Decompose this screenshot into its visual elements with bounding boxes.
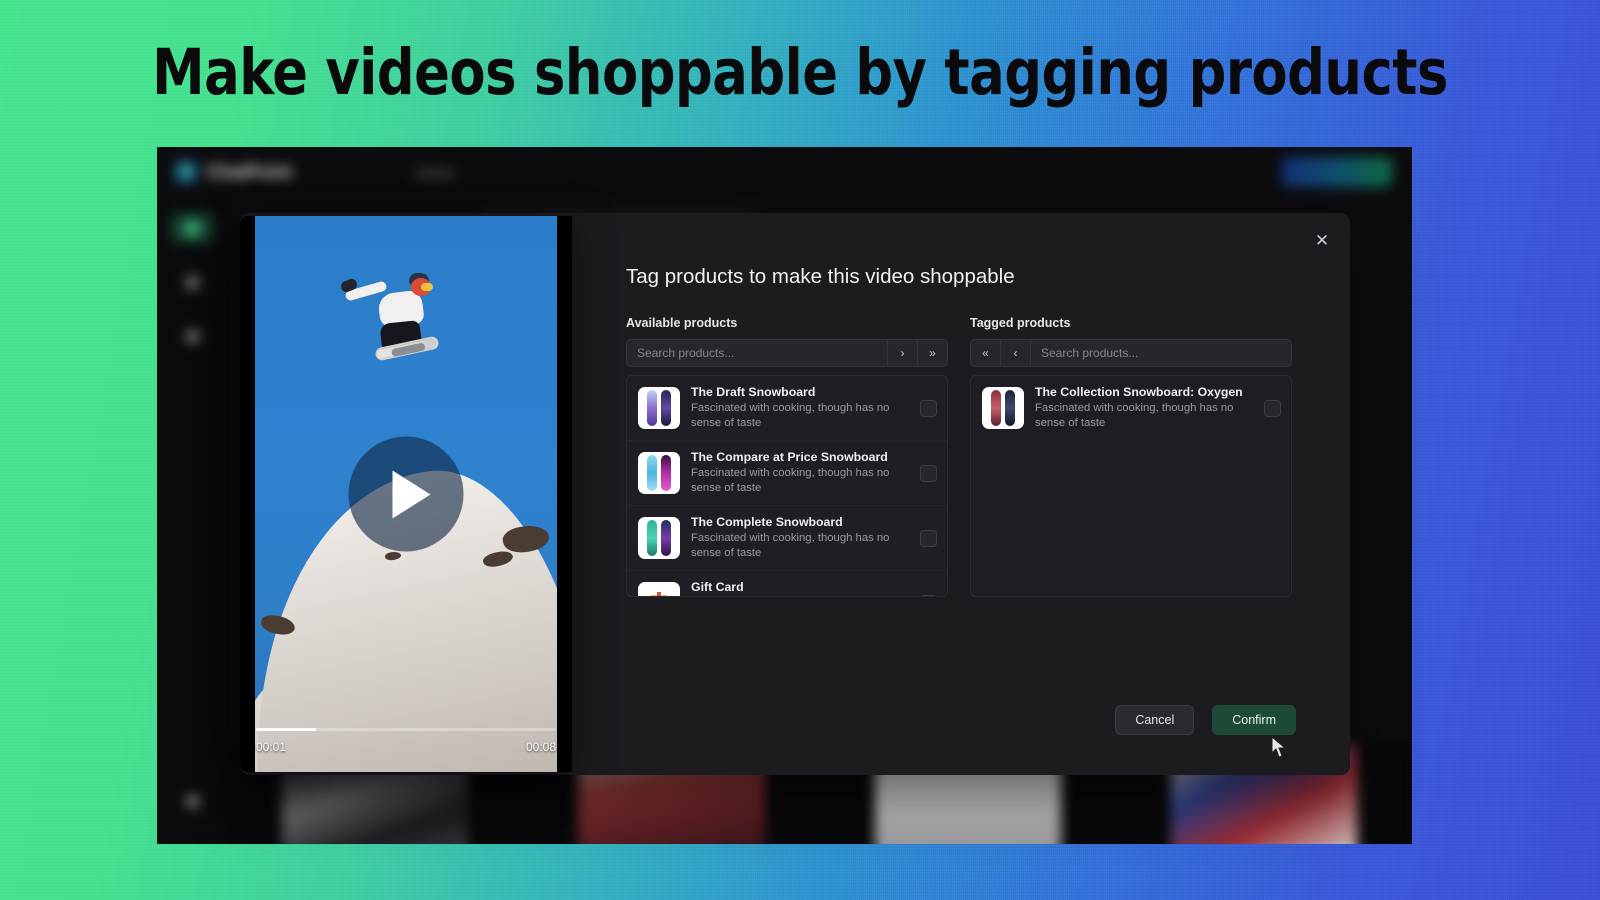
product-title: The Compare at Price Snowboard <box>691 450 909 465</box>
product-thumbnail <box>638 582 680 597</box>
list-item[interactable]: The Compare at Price Snowboard Fascinate… <box>627 441 947 506</box>
play-icon[interactable] <box>349 437 464 552</box>
tagged-products-label: Tagged products <box>970 316 1292 330</box>
move-all-right-button[interactable]: » <box>917 340 947 366</box>
product-title: The Complete Snowboard <box>691 515 909 530</box>
sidebar-icon-3 <box>186 330 199 343</box>
product-description: Fascinated with cooking, though has no s… <box>1035 401 1253 431</box>
video-current-time: 00:01 <box>256 740 286 754</box>
product-checkbox[interactable] <box>920 595 937 598</box>
tag-products-modal: ✕ <box>240 213 1350 775</box>
sidebar-item-3[interactable] <box>171 321 213 351</box>
sidebar-item-2[interactable] <box>171 267 213 297</box>
sidebar-item-active[interactable] <box>171 213 213 243</box>
move-one-left-button[interactable]: ‹ <box>1001 340 1031 366</box>
product-title: The Draft Snowboard <box>691 385 909 400</box>
product-thumbnail <box>638 387 680 429</box>
video-snowboarder <box>351 256 461 366</box>
app-topbar: ChatPoint Library <box>157 147 1412 197</box>
modal-title: Tag products to make this video shoppabl… <box>626 265 1296 289</box>
product-description: Fascinated with cooking, though has no s… <box>691 596 909 597</box>
tagged-products-list: The Collection Snowboard: Oxygen Fascina… <box>970 375 1292 597</box>
video-progress-bar[interactable] <box>256 728 556 731</box>
topnav-item-library[interactable]: Library <box>415 165 455 180</box>
topbar-cta-button[interactable] <box>1282 157 1392 187</box>
sidebar-icon-bottom <box>186 795 199 808</box>
product-thumbnail <box>638 452 680 494</box>
product-description: Fascinated with cooking, though has no s… <box>691 531 909 561</box>
transfer-panels: Available products › » The Draft Snowboa… <box>626 316 1296 597</box>
available-products-panel: Available products › » The Draft Snowboa… <box>626 316 948 597</box>
brand-name: ChatPoint <box>207 162 292 183</box>
app-topnav: Library <box>415 165 455 180</box>
video-duration: 00:08 <box>526 740 556 754</box>
available-products-label: Available products <box>626 316 948 330</box>
list-item[interactable]: The Collection Snowboard: Oxygen Fascina… <box>971 376 1291 440</box>
video-controls: 00:01 00:08 <box>240 712 572 772</box>
confirm-button[interactable]: Confirm <box>1212 705 1296 735</box>
product-description: Fascinated with cooking, though has no s… <box>691 466 909 496</box>
sidebar-icon-2 <box>186 276 199 289</box>
play-triangle <box>393 470 431 518</box>
product-thumbnail <box>638 517 680 559</box>
move-all-left-button[interactable]: « <box>971 340 1001 366</box>
video-preview: 00:01 00:08 <box>240 216 572 772</box>
page-headline: Make videos shoppable by tagging product… <box>56 36 1544 109</box>
available-search-input[interactable] <box>627 340 887 366</box>
move-one-right-button[interactable]: › <box>887 340 917 366</box>
modal-body: Tag products to make this video shoppabl… <box>626 213 1350 775</box>
video-progress-fill <box>256 728 316 731</box>
gift-icon <box>650 595 668 597</box>
brand-logo-icon <box>175 161 197 183</box>
tagged-search-input[interactable] <box>1031 340 1291 366</box>
product-description: Fascinated with cooking, though has no s… <box>691 401 909 431</box>
tagged-search-row: « ‹ <box>970 339 1292 367</box>
product-checkbox[interactable] <box>920 400 937 417</box>
available-search-row: › » <box>626 339 948 367</box>
tagged-products-panel: Tagged products « ‹ The Collection Snowb… <box>970 316 1292 597</box>
sidebar-active-icon <box>186 222 199 235</box>
cancel-button[interactable]: Cancel <box>1115 705 1194 735</box>
product-title: Gift Card <box>691 580 909 595</box>
modal-footer: Cancel Confirm <box>1115 705 1296 735</box>
sidebar-item-bottom[interactable] <box>171 786 213 816</box>
list-item[interactable]: Gift Card Fascinated with cooking, thoug… <box>627 571 947 597</box>
available-products-list: The Draft Snowboard Fascinated with cook… <box>626 375 948 597</box>
product-checkbox[interactable] <box>1264 400 1281 417</box>
app-sidebar <box>157 197 227 844</box>
app-brand: ChatPoint <box>157 161 415 183</box>
product-checkbox[interactable] <box>920 530 937 547</box>
product-checkbox[interactable] <box>920 465 937 482</box>
list-item[interactable]: The Complete Snowboard Fascinated with c… <box>627 506 947 571</box>
product-thumbnail <box>982 387 1024 429</box>
product-title: The Collection Snowboard: Oxygen <box>1035 385 1253 400</box>
list-item[interactable]: The Draft Snowboard Fascinated with cook… <box>627 376 947 441</box>
